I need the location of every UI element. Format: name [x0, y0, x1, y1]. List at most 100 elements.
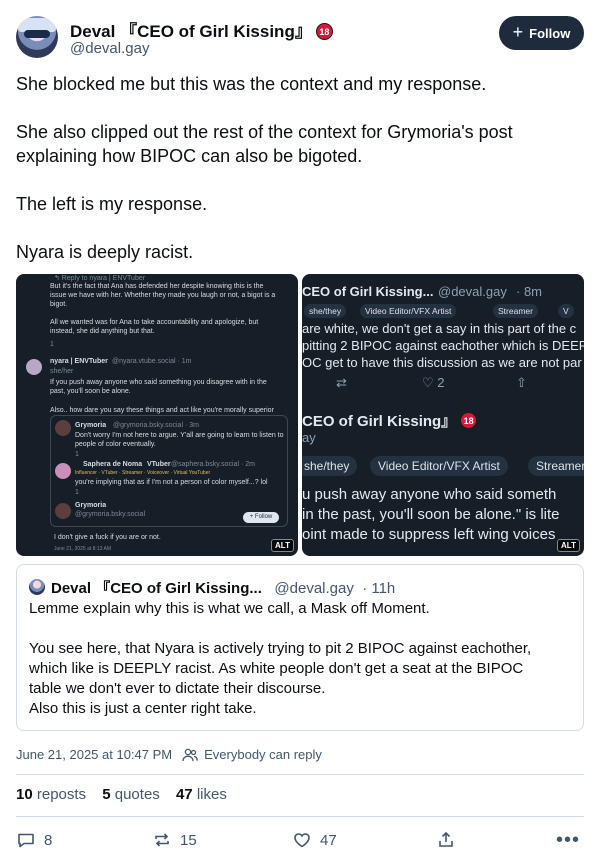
likes-count: 47	[175, 786, 193, 803]
media-gallery: ↰ Reply to nyara | ENVTuber But it's the…	[16, 274, 584, 556]
reposts-count-link[interactable]: 10 reposts	[16, 786, 86, 803]
quoted-line: Lemme explain why this is what we call, …	[29, 600, 430, 617]
r-name: CEO of Girl Kissing...	[302, 284, 434, 299]
age-18-badge-icon: 18	[315, 23, 333, 40]
share-icon	[439, 831, 453, 847]
mini-line: people of color eventually.	[75, 441, 156, 448]
reply-setting[interactable]: Everybody can reply	[204, 747, 322, 762]
r-handle: @deval.gay	[438, 284, 507, 299]
mini-date: June 21, 2025 at 8:13 AM	[54, 546, 111, 552]
likes-label: likes	[196, 786, 227, 803]
r-big-handle: ay	[302, 430, 316, 445]
post-text: She blocked me but this was the context …	[16, 72, 584, 288]
quoted-line: You see here, that Nyara is actively try…	[29, 640, 532, 657]
r-like-count: ♡ 2	[422, 375, 445, 390]
reply-button[interactable]: 8	[16, 826, 52, 854]
mini-line: issue we have with her. Whether they mad…	[50, 292, 276, 299]
quoted-line: Also this is just a center right take.	[29, 700, 257, 717]
quoted-post[interactable]: Deval 『CEO of Girl Kissing... @deval.gay…	[16, 564, 584, 731]
plus-icon: +	[512, 22, 524, 42]
r-line: OC get to have this discussion as we are…	[302, 355, 582, 370]
r-likes: 2	[437, 375, 445, 390]
author-avatar[interactable]	[16, 16, 58, 58]
mini-counter: 1	[50, 341, 54, 348]
share-button[interactable]	[436, 826, 456, 854]
grymoria-avatar	[55, 503, 71, 519]
more-icon: •••	[556, 828, 581, 851]
follow-button[interactable]: + Follow	[499, 16, 584, 50]
post-header: Deval 『CEO of Girl Kissing』 18 @deval.gay…	[16, 16, 584, 60]
r-tag: she/they	[302, 456, 358, 476]
post-actions: 8 15 47 •••	[16, 826, 584, 854]
r-time: · 8m	[516, 284, 542, 299]
mini-tags: Influencer · VTuber · Streamer · Voiceov…	[75, 470, 211, 476]
quotes-count-link[interactable]: 5 quotes	[102, 786, 160, 803]
post-meta: June 21, 2025 at 10:47 PM Everybody can …	[16, 747, 322, 762]
mini-line: I don't give a fuck if you are or not.	[54, 534, 161, 541]
r-tag: Streamer	[493, 304, 538, 318]
mini-name: Saphera de Noma	[83, 461, 143, 468]
quoted-author-name: Deval 『CEO of Girl Kissing...	[51, 580, 262, 597]
screenshot-image-right[interactable]: CEO of Girl Kissing... @deval.gay · 8m s…	[302, 274, 584, 556]
mini-line: If you push away anyone who said somethi…	[50, 379, 267, 386]
mini-handle: @nyara.vtube.social · 1m	[112, 358, 192, 365]
quoted-line: table we don't ever to dictate their dis…	[29, 680, 326, 697]
mini-line: bigot.	[50, 301, 68, 308]
quoted-post-header: Deval 『CEO of Girl Kissing... @deval.gay…	[29, 577, 395, 598]
quoted-post-time: · 11h	[362, 580, 396, 597]
r-repost-icon: ⇄	[336, 375, 347, 390]
likes-count-link[interactable]: 47 likes	[176, 786, 227, 803]
r-line: pitting 2 BIPOC against eachother which …	[302, 338, 584, 353]
like-button[interactable]: 47	[292, 826, 337, 854]
screenshot-image-left[interactable]: ↰ Reply to nyara | ENVTuber But it's the…	[16, 274, 298, 556]
repost-button[interactable]: 15	[152, 826, 197, 854]
mini-counter: 1	[75, 489, 79, 496]
post-timestamp: June 21, 2025 at 10:47 PM	[16, 747, 173, 762]
repost-icon	[155, 833, 169, 847]
r-big-name-text: CEO of Girl Kissing』	[302, 413, 457, 430]
mini-line: past, you'll soon be alone.	[50, 388, 131, 395]
r-tag: Video Editor/VFX Artist	[360, 304, 457, 318]
mini-line: But it's the fact that Ana has defended …	[50, 283, 264, 290]
quoted-post-body: Lemme explain why this is what we call, …	[29, 599, 573, 719]
divider	[16, 774, 584, 775]
mini-pronouns: she/her	[50, 368, 74, 375]
r-line: u push away anyone who said someth	[302, 486, 557, 503]
quoted-author-avatar	[29, 579, 45, 595]
follow-label: Follow	[529, 25, 571, 41]
mini-line: Also.. how dare you say these things and…	[50, 407, 274, 414]
more-options-button[interactable]: •••	[556, 826, 580, 854]
author-name-text: Deval 『CEO of Girl Kissing』	[70, 22, 312, 41]
mini-line: Don't worry I'm not here to argue. Y'all…	[75, 432, 284, 439]
engagement-counts: 10 reposts 5 quotes 47 likes	[16, 786, 239, 803]
saphera-avatar	[55, 463, 71, 479]
mini-quote-box: Grymoria @grymoria.bsky.social · 3m Don'…	[50, 415, 288, 527]
alt-badge[interactable]: ALT	[557, 539, 580, 552]
mini-name: Grymoria	[75, 422, 107, 429]
quoted-line: which like is DEEPLY racist. As white pe…	[29, 660, 524, 677]
mini-line: instead, she did anything but that.	[50, 328, 155, 335]
nyara-avatar	[26, 359, 42, 375]
mini-handle: @saphera.bsky.social · 2m	[171, 461, 256, 468]
r-line: are white, we don't get a say in this pa…	[302, 321, 577, 336]
repost-count: 15	[180, 831, 197, 849]
mini-line: All we wanted was for Ana to take accoun…	[50, 319, 259, 326]
like-count: 47	[320, 831, 337, 849]
author-handle[interactable]: @deval.gay	[70, 40, 149, 57]
r-tag: she/they	[304, 304, 347, 318]
post-paragraph: She also clipped out the rest of the con…	[16, 122, 513, 166]
r-line: in the past, you'll soon be alone." is l…	[302, 506, 560, 523]
reply-count: 8	[44, 831, 53, 849]
alt-badge[interactable]: ALT	[271, 539, 294, 552]
quoted-author-handle: @deval.gay	[274, 580, 354, 597]
r-tag: Streamer	[528, 456, 584, 476]
reposts-count: 10	[16, 786, 33, 803]
quoted-line	[29, 619, 573, 639]
post-paragraph: Nyara is deeply racist.	[16, 242, 194, 262]
mini-handle: @grymoria.bsky.social	[75, 511, 145, 518]
author-display-name[interactable]: Deval 『CEO of Girl Kissing』 18	[70, 17, 333, 42]
quotes-label: quotes	[114, 786, 160, 803]
people-icon	[182, 748, 198, 762]
r-line: oint made to suppress left wing voices	[302, 526, 556, 543]
reply-icon	[18, 833, 34, 848]
